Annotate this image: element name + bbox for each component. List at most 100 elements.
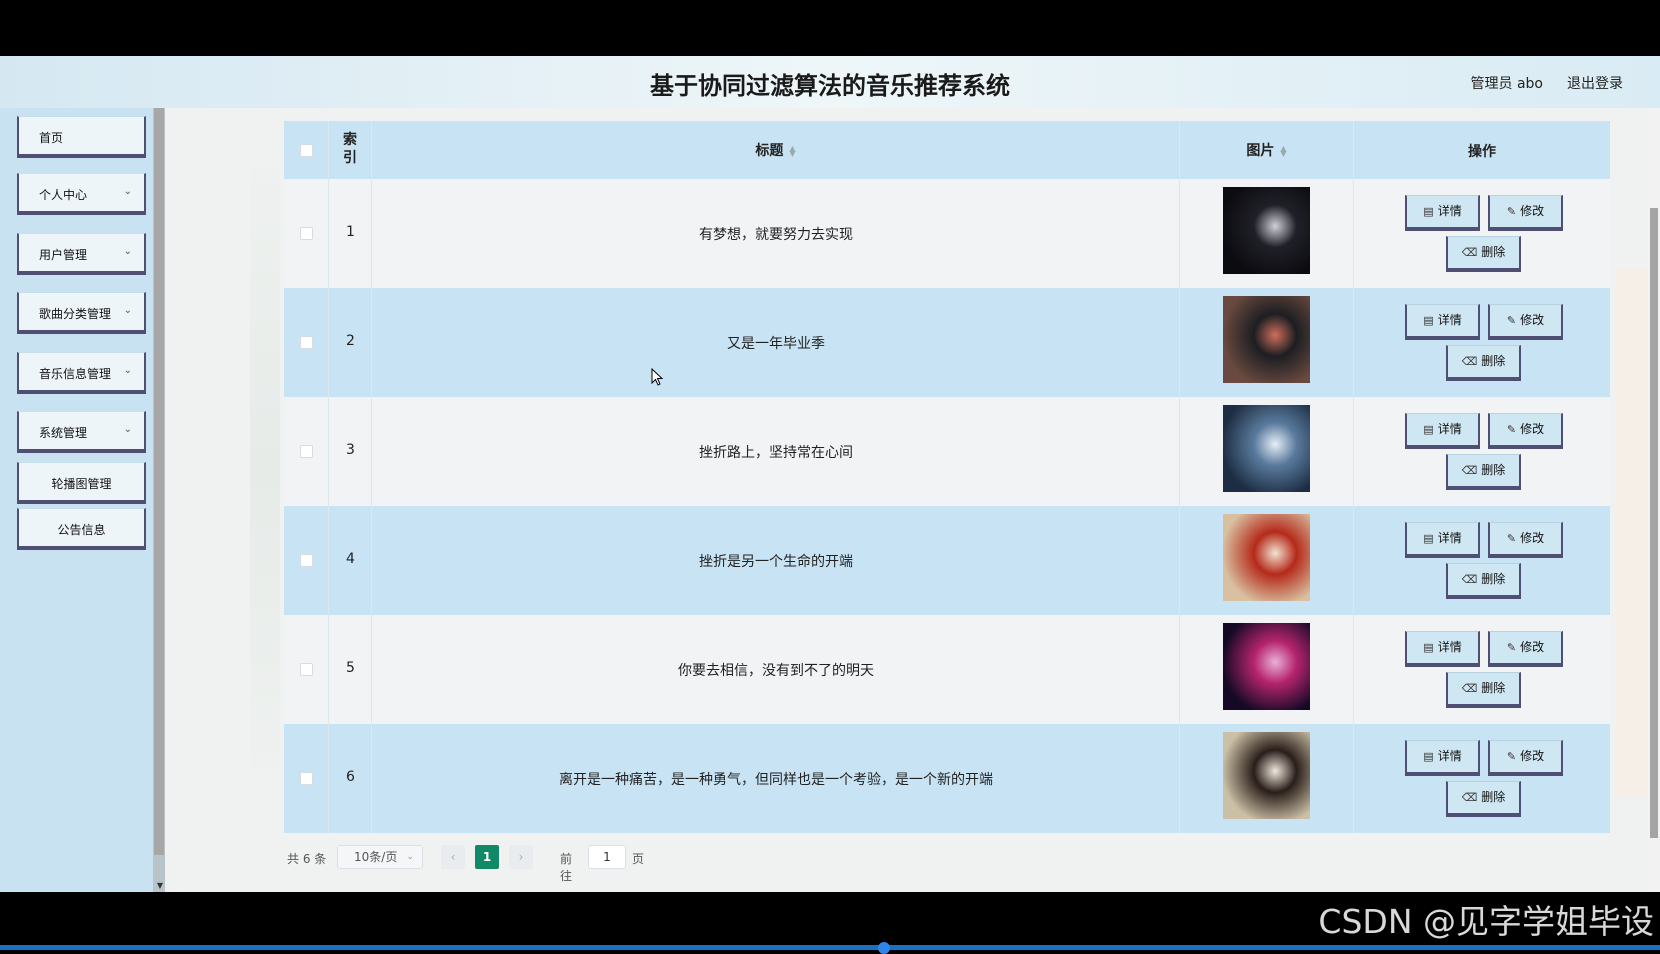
sidebar-item[interactable]: 歌曲分类管理 ⌄ bbox=[17, 292, 146, 334]
delete-button[interactable]: ⌫ 删除 bbox=[1446, 236, 1521, 272]
delete-button[interactable]: ⌫ 删除 bbox=[1446, 781, 1521, 817]
table-row: 3 挫折路上，坚持常在心间 ▤ 详情 ✎ 修改 ⌫ 删除 bbox=[284, 397, 1610, 506]
row-checkbox[interactable] bbox=[300, 772, 313, 785]
trash-icon: ⌫ bbox=[1461, 682, 1478, 695]
current-user: 管理员 abo bbox=[1470, 76, 1543, 92]
progress-knob[interactable] bbox=[878, 942, 890, 954]
chevron-down-icon: ⌄ bbox=[123, 365, 132, 376]
goto-page-input[interactable]: 1 bbox=[588, 845, 626, 869]
row-checkbox[interactable] bbox=[300, 663, 313, 676]
trash-icon: ⌫ bbox=[1461, 355, 1478, 368]
prev-page-button[interactable]: ‹ bbox=[441, 845, 465, 869]
sidebar-scrollbar[interactable]: ▼ bbox=[153, 108, 165, 892]
page-size-select[interactable]: 10条/页 ⌄ bbox=[337, 845, 423, 869]
sidebar-item[interactable]: 用户管理 ⌄ bbox=[17, 233, 146, 275]
scroll-down-arrow-icon[interactable]: ▼ bbox=[157, 881, 163, 890]
video-progress-bar[interactable] bbox=[0, 942, 1660, 954]
delete-label: 删除 bbox=[1481, 354, 1506, 368]
row-image-cell bbox=[1179, 397, 1353, 506]
pencil-icon: ✎ bbox=[1506, 750, 1517, 763]
row-index-cell: 3 bbox=[328, 397, 371, 506]
row-image-cell bbox=[1179, 506, 1353, 615]
row-ops-cell: ▤ 详情 ✎ 修改 ⌫ 删除 bbox=[1353, 724, 1610, 833]
sort-icon[interactable]: ▲ ▼ bbox=[789, 145, 795, 158]
delete-button[interactable]: ⌫ 删除 bbox=[1446, 345, 1521, 381]
edit-label: 修改 bbox=[1520, 640, 1545, 654]
sidebar-scrollbar-thumb[interactable] bbox=[154, 108, 164, 855]
pencil-icon: ✎ bbox=[1506, 205, 1517, 218]
page-number-current[interactable]: 1 bbox=[475, 845, 499, 869]
row-index: 1 bbox=[346, 224, 355, 240]
delete-button[interactable]: ⌫ 删除 bbox=[1446, 563, 1521, 599]
album-cover-image[interactable] bbox=[1223, 187, 1310, 274]
detail-button[interactable]: ▤ 详情 bbox=[1405, 195, 1480, 231]
row-index: 3 bbox=[346, 442, 355, 458]
sort-icon[interactable]: ▲ ▼ bbox=[1280, 145, 1286, 158]
detail-label: 详情 bbox=[1437, 313, 1462, 327]
chevron-down-icon: ⌄ bbox=[123, 424, 132, 435]
row-title: 你要去相信，没有到不了的明天 bbox=[678, 663, 874, 679]
pencil-icon: ✎ bbox=[1506, 532, 1517, 545]
row-title-cell: 挫折是另一个生命的开端 bbox=[371, 506, 1179, 615]
header-title-cell[interactable]: 标题 ▲ ▼ bbox=[371, 121, 1179, 179]
edit-button[interactable]: ✎ 修改 bbox=[1488, 631, 1563, 667]
edit-button[interactable]: ✎ 修改 bbox=[1488, 522, 1563, 558]
detail-button[interactable]: ▤ 详情 bbox=[1405, 740, 1480, 776]
sidebar-item[interactable]: 公告信息 bbox=[17, 508, 146, 550]
detail-button[interactable]: ▤ 详情 bbox=[1405, 304, 1480, 340]
edit-button[interactable]: ✎ 修改 bbox=[1488, 413, 1563, 449]
chevron-down-icon: ⌄ bbox=[406, 852, 414, 862]
row-select-cell bbox=[284, 397, 328, 506]
album-cover-image[interactable] bbox=[1223, 405, 1310, 492]
row-title: 挫折路上，坚持常在心间 bbox=[699, 445, 853, 461]
row-index-cell: 5 bbox=[328, 615, 371, 724]
sidebar-item[interactable]: 个人中心 ⌄ bbox=[17, 173, 146, 215]
sidebar-item[interactable]: 轮播图管理 bbox=[17, 462, 146, 504]
header-title: 标题 bbox=[755, 143, 784, 159]
row-checkbox[interactable] bbox=[300, 445, 313, 458]
album-cover-image[interactable] bbox=[1223, 514, 1310, 601]
document-icon: ▤ bbox=[1423, 314, 1434, 327]
row-image-cell bbox=[1179, 179, 1353, 288]
edit-label: 修改 bbox=[1520, 204, 1545, 218]
album-cover-image[interactable] bbox=[1223, 623, 1310, 710]
row-select-cell bbox=[284, 506, 328, 615]
next-page-button[interactable]: › bbox=[509, 845, 533, 869]
pencil-icon: ✎ bbox=[1506, 423, 1517, 436]
logout-link[interactable]: 退出登录 bbox=[1567, 73, 1623, 93]
delete-button[interactable]: ⌫ 删除 bbox=[1446, 672, 1521, 708]
edit-button[interactable]: ✎ 修改 bbox=[1488, 304, 1563, 340]
sidebar-item-label: 个人中心 bbox=[39, 188, 88, 202]
sidebar-item-label: 系统管理 bbox=[39, 426, 88, 440]
header-image-cell[interactable]: 图片 ▲ ▼ bbox=[1179, 121, 1353, 179]
row-checkbox[interactable] bbox=[300, 227, 313, 240]
sidebar-item[interactable]: 首页 bbox=[17, 116, 146, 158]
row-title: 又是一年毕业季 bbox=[727, 336, 825, 352]
detail-label: 详情 bbox=[1437, 422, 1462, 436]
edit-button[interactable]: ✎ 修改 bbox=[1488, 740, 1563, 776]
sidebar-item[interactable]: 音乐信息管理 ⌄ bbox=[17, 352, 146, 394]
row-index: 4 bbox=[346, 551, 355, 567]
sidebar-item[interactable]: 系统管理 ⌄ bbox=[17, 411, 146, 453]
table-row: 4 挫折是另一个生命的开端 ▤ 详情 ✎ 修改 ⌫ 删除 bbox=[284, 506, 1610, 615]
album-cover-image[interactable] bbox=[1223, 732, 1310, 819]
delete-label: 删除 bbox=[1481, 572, 1506, 586]
album-cover-image[interactable] bbox=[1223, 296, 1310, 383]
trash-icon: ⌫ bbox=[1461, 573, 1478, 586]
detail-button[interactable]: ▤ 详情 bbox=[1405, 413, 1480, 449]
row-checkbox[interactable] bbox=[300, 336, 313, 349]
edit-button[interactable]: ✎ 修改 bbox=[1488, 195, 1563, 231]
row-index-cell: 6 bbox=[328, 724, 371, 833]
detail-button[interactable]: ▤ 详情 bbox=[1405, 631, 1480, 667]
row-ops-cell: ▤ 详情 ✎ 修改 ⌫ 删除 bbox=[1353, 179, 1610, 288]
main-scrollbar[interactable] bbox=[1648, 108, 1660, 892]
select-all-checkbox[interactable] bbox=[300, 144, 313, 157]
document-icon: ▤ bbox=[1423, 205, 1434, 218]
row-checkbox[interactable] bbox=[300, 554, 313, 567]
row-title-cell: 又是一年毕业季 bbox=[371, 288, 1179, 397]
table-header: 索引 标题 ▲ ▼ 图片 ▲ ▼ 操作 bbox=[284, 121, 1610, 179]
main-scrollbar-thumb[interactable] bbox=[1650, 208, 1658, 838]
trash-icon: ⌫ bbox=[1461, 464, 1478, 477]
delete-button[interactable]: ⌫ 删除 bbox=[1446, 454, 1521, 490]
detail-button[interactable]: ▤ 详情 bbox=[1405, 522, 1480, 558]
